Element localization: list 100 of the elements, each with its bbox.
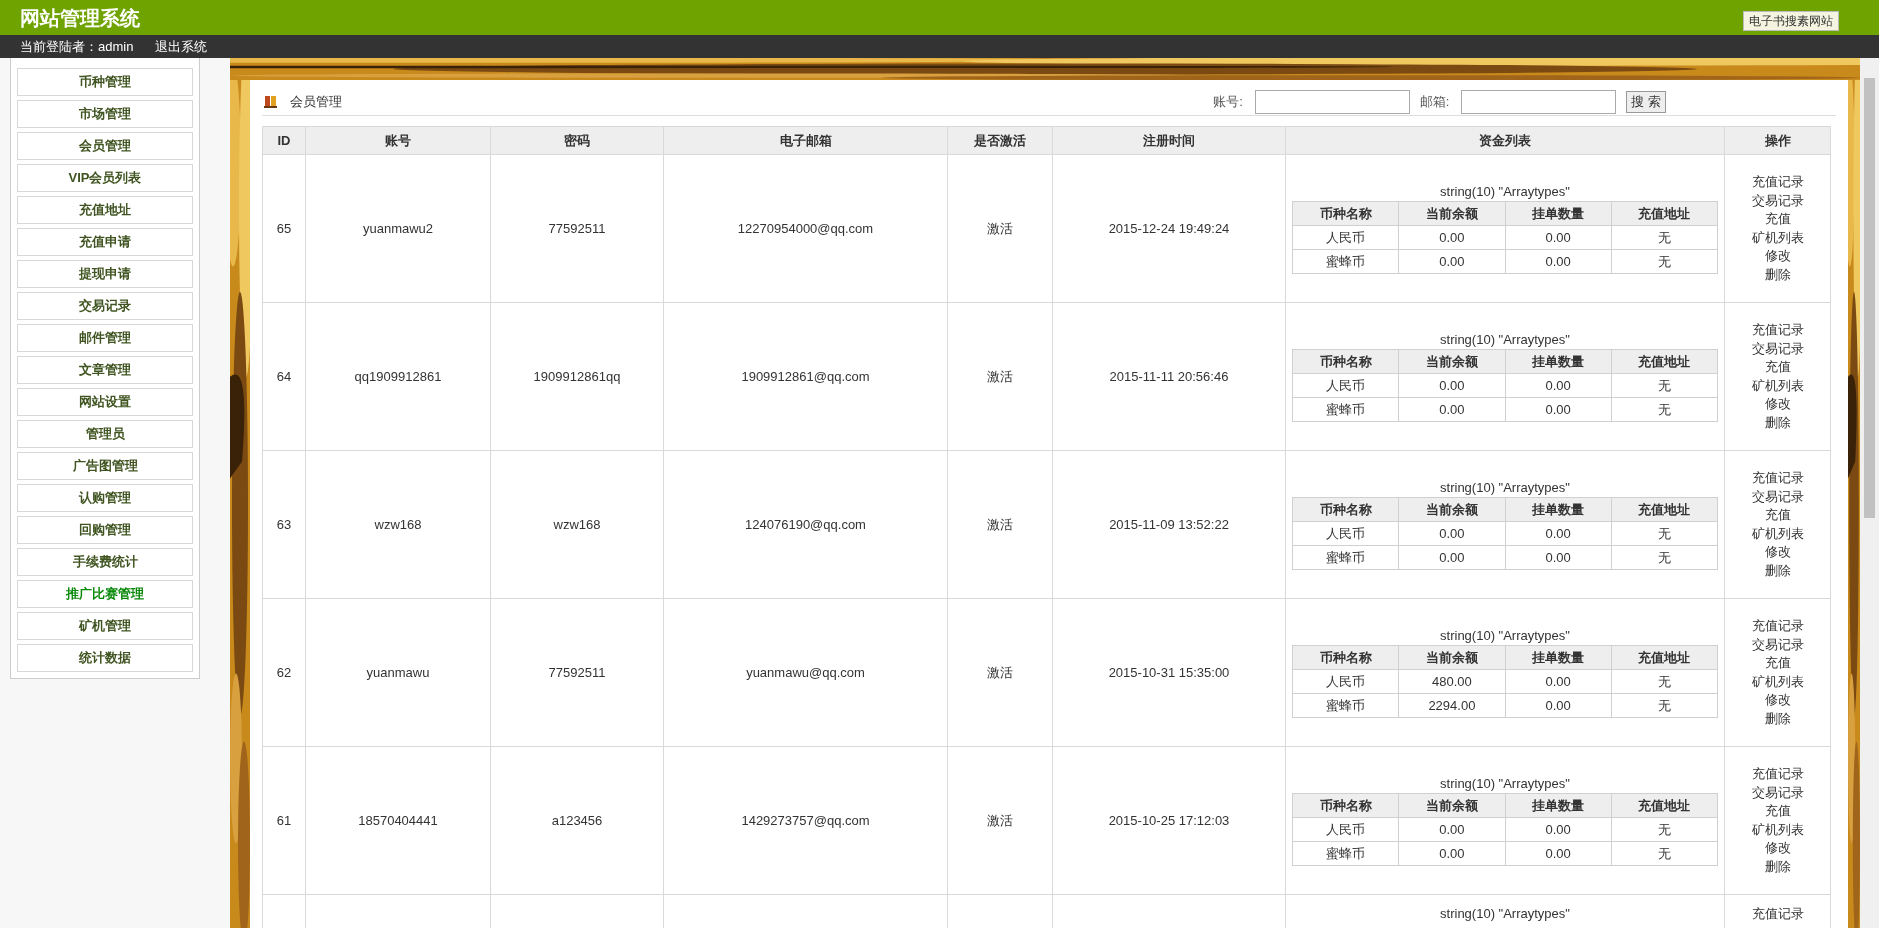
table-cell: 2015-12-24 19:49:24 (1052, 154, 1286, 303)
column-header: 当前余额 (1398, 645, 1505, 670)
sidebar-item[interactable]: 广告图管理 (17, 452, 193, 480)
table-cell: 人民币 (1292, 225, 1399, 250)
table-cell: 人民币 (1292, 817, 1399, 842)
action-link[interactable]: 修改 (1764, 395, 1791, 414)
action-link[interactable]: 矿机列表 (1751, 672, 1804, 691)
table-cell: 激活 (947, 746, 1053, 895)
sidebar-item[interactable]: 认购管理 (17, 484, 193, 512)
table-cell: 0.00 (1505, 225, 1612, 250)
action-link[interactable]: 充值 (1764, 210, 1791, 229)
action-link[interactable]: 充值记录 (1751, 617, 1804, 636)
table-cell: 77592511 (490, 154, 664, 303)
sidebar-item[interactable]: 充值地址 (17, 196, 193, 224)
action-link[interactable]: 矿机列表 (1751, 376, 1804, 395)
debug-caption: string(10) "Arraytypes" (1440, 479, 1570, 497)
column-header: 挂单数量 (1505, 497, 1612, 522)
column-header: ID (262, 126, 306, 155)
sidebar-item[interactable]: 手续费统计 (17, 548, 193, 576)
table-cell: 0.00 (1398, 249, 1505, 274)
action-link[interactable]: 充值记录 (1751, 469, 1804, 488)
sidebar-item[interactable]: 交易记录 (17, 292, 193, 320)
table-cell: 无 (1611, 693, 1718, 718)
action-link[interactable]: 充值 (1764, 506, 1791, 525)
action-link[interactable]: 修改 (1764, 543, 1791, 562)
column-header: 币种名称 (1292, 497, 1399, 522)
book-icon (264, 95, 278, 108)
action-link[interactable]: 充值记录 (1751, 321, 1804, 340)
action-link[interactable]: 交易记录 (1751, 339, 1804, 358)
action-link[interactable]: 矿机列表 (1751, 228, 1804, 247)
action-link[interactable]: 充值记录 (1751, 765, 1804, 784)
column-header: 币种名称 (1292, 645, 1399, 670)
action-link[interactable]: 矿机列表 (1751, 524, 1804, 543)
table-cell: 无 (1611, 397, 1718, 422)
logout-link[interactable]: 退出系统 (155, 36, 208, 57)
scrollbar-thumb[interactable] (1864, 78, 1875, 518)
action-link[interactable]: 交易记录 (1751, 191, 1804, 210)
sidebar-item[interactable]: 充值申请 (17, 228, 193, 256)
table-cell: 0.00 (1505, 249, 1612, 274)
site-link[interactable]: 电子书搜素网站 (1743, 11, 1839, 31)
scrollbar[interactable] (1860, 58, 1879, 928)
column-header: 当前余额 (1398, 201, 1505, 226)
panel-title: 会员管理 (290, 92, 342, 111)
account-field[interactable] (1254, 89, 1410, 114)
table-cell: yuanmawu2 (305, 154, 491, 303)
table-cell: 0.00 (1398, 225, 1505, 250)
action-link[interactable]: 充值 (1764, 802, 1791, 821)
action-link[interactable]: 删除 (1764, 265, 1791, 284)
table-cell: 0.00 (1398, 841, 1505, 866)
sidebar-item[interactable]: 会员管理 (17, 132, 193, 160)
sidebar-item[interactable]: 市场管理 (17, 100, 193, 128)
table-cell: 无 (1611, 249, 1718, 274)
table-cell: 激活 (947, 450, 1053, 599)
sidebar-item[interactable]: 回购管理 (17, 516, 193, 544)
action-link[interactable]: 交易记录 (1751, 635, 1804, 654)
column-header: 充值地址 (1611, 349, 1718, 374)
sidebar-item[interactable]: VIP会员列表 (17, 164, 193, 192)
sidebar-item[interactable]: 管理员 (17, 420, 193, 448)
action-link[interactable]: 交易记录 (1751, 783, 1804, 802)
action-link[interactable]: 删除 (1764, 857, 1791, 876)
action-link[interactable]: 删除 (1764, 561, 1791, 580)
sidebar-item[interactable]: 邮件管理 (17, 324, 193, 352)
sidebar-item[interactable]: 矿机管理 (17, 612, 193, 640)
sidebar-item[interactable]: 文章管理 (17, 356, 193, 384)
table-cell: 0.00 (1505, 841, 1612, 866)
sidebar-item[interactable]: 提现申请 (17, 260, 193, 288)
table-cell: 77592511 (490, 598, 664, 747)
action-link[interactable]: 修改 (1764, 247, 1791, 266)
table-cell: 12270954000@qq.com (663, 154, 948, 303)
user-label: 当前登陆者：admin (20, 37, 134, 56)
action-link[interactable]: 充值 (1764, 654, 1791, 673)
column-header: 电子邮箱 (663, 126, 948, 155)
column-header: 充值地址 (1611, 645, 1718, 670)
table-cell: 0.00 (1505, 521, 1612, 546)
table-cell: a123456 (490, 746, 664, 895)
sidebar-item[interactable]: 网站设置 (17, 388, 193, 416)
table-cell: 61 (262, 746, 306, 895)
column-header: 当前余额 (1398, 793, 1505, 818)
search-button[interactable]: 搜 索 (1626, 90, 1666, 113)
action-link[interactable]: 充值记录 (1751, 173, 1804, 192)
action-link[interactable]: 删除 (1764, 413, 1791, 432)
sidebar-item[interactable]: 币种管理 (17, 68, 193, 96)
table-cell: 2015-10-31 15:35:00 (1052, 598, 1286, 747)
table-cell: 无 (1611, 817, 1718, 842)
table-cell: 1909912861qq (490, 302, 664, 451)
table-cell: 2015-10-25 17:12:03 (1052, 746, 1286, 895)
site-title: 网站管理系统 (20, 5, 140, 31)
action-link[interactable]: 充值 (1764, 358, 1791, 377)
sidebar-item[interactable]: 统计数据 (17, 644, 193, 672)
email-field[interactable] (1461, 89, 1617, 114)
action-link[interactable]: 删除 (1764, 709, 1791, 728)
action-link[interactable]: 交易记录 (1751, 487, 1804, 506)
table-cell: 无 (1611, 373, 1718, 398)
table-cell: wzw168 (305, 450, 491, 599)
table-cell: 0.00 (1398, 817, 1505, 842)
action-link[interactable]: 矿机列表 (1751, 820, 1804, 839)
action-link[interactable]: 修改 (1764, 839, 1791, 858)
sidebar-item[interactable]: 推广比赛管理 (17, 580, 193, 608)
column-header: 币种名称 (1292, 349, 1399, 374)
action-link[interactable]: 修改 (1764, 691, 1791, 710)
